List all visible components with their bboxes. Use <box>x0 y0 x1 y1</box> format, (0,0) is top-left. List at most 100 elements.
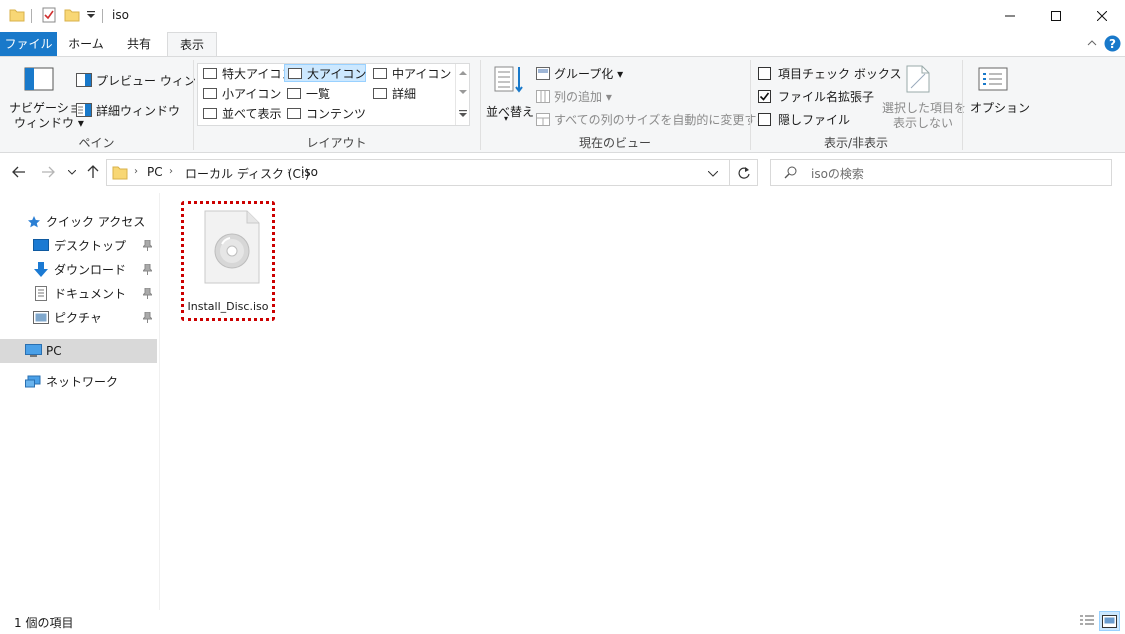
navigation-pane-button[interactable]: ナビゲーション ウィンドウ ▾ <box>8 61 93 130</box>
preview-pane-icon <box>76 73 92 87</box>
maximize-button[interactable] <box>1033 0 1079 31</box>
layout-small-icons[interactable]: 小アイコン <box>200 85 281 103</box>
pictures-icon <box>33 311 49 324</box>
details-pane-icon <box>76 103 92 117</box>
content-icon <box>287 108 301 119</box>
breadcrumb-pc[interactable]: PC <box>147 165 163 179</box>
scroll-up-icon[interactable] <box>459 70 467 75</box>
hidden-items-checkbox[interactable] <box>758 113 771 126</box>
back-arrow-icon[interactable] <box>12 166 26 178</box>
title-separator <box>102 9 103 23</box>
breadcrumb-iso[interactable]: iso <box>301 165 318 179</box>
help-icon[interactable]: ? <box>1104 35 1121 52</box>
window-title: iso <box>112 8 129 22</box>
add-columns-icon <box>536 90 550 103</box>
address-dropdown-chevron-icon[interactable] <box>708 171 718 177</box>
dropdown-arrow-icon: ▾ <box>504 114 509 123</box>
sort-by-label: 並べ替え <box>486 105 535 119</box>
details-pane-button[interactable]: 詳細ウィンドウ <box>76 101 186 119</box>
tab-file[interactable]: ファイル <box>0 32 57 56</box>
item-checkboxes-checkbox[interactable] <box>758 67 771 80</box>
checkmark-icon <box>759 92 770 101</box>
layout-tiles[interactable]: 並べて表示 <box>200 105 282 123</box>
hide-selected-label2: 表示しない <box>893 116 954 130</box>
large-icons-view-icon[interactable] <box>1099 611 1120 631</box>
hide-selected-button: 選択した項目を 表示しない <box>880 63 966 130</box>
layout-extra-large-icons[interactable]: 特大アイコン <box>200 65 293 83</box>
up-arrow-icon[interactable] <box>87 165 99 179</box>
close-button[interactable] <box>1079 0 1125 31</box>
list-icon <box>287 88 301 99</box>
layout-list[interactable]: 一覧 <box>284 85 330 103</box>
nav-pc[interactable]: PC <box>0 339 157 363</box>
layout-large-icons[interactable]: 大アイコン <box>284 64 366 82</box>
tab-home[interactable]: ホーム <box>62 32 110 56</box>
scroll-down-icon[interactable] <box>459 90 467 95</box>
file-list: Install_Disc.iso <box>161 193 1125 610</box>
group-label-layout: レイアウト <box>306 136 367 150</box>
network-icon <box>25 375 42 389</box>
svg-text:?: ? <box>1109 37 1116 51</box>
options-button[interactable]: オプション <box>966 61 1030 129</box>
status-bar: 1 個の項目 <box>0 610 1125 634</box>
tiles-icon <box>203 108 217 119</box>
ribbon-tabs: ファイル ホーム 共有 表示 ? <box>0 31 1125 57</box>
file-extensions-checkbox[interactable] <box>758 90 771 103</box>
search-box[interactable]: isoの検索 <box>770 159 1112 186</box>
breadcrumb-chevron-icon[interactable]: › <box>287 166 291 177</box>
medium-icons-icon <box>373 68 387 79</box>
ribbon-separator <box>962 60 963 150</box>
item-checkboxes-toggle[interactable]: 項目チェック ボックス <box>758 65 901 83</box>
nav-documents[interactable]: ドキュメント <box>0 282 157 306</box>
file-item[interactable]: Install_Disc.iso <box>181 201 275 321</box>
file-extensions-label: ファイル名拡張子 <box>778 90 875 104</box>
search-icon <box>784 166 797 179</box>
hidden-items-label: 隠しファイル <box>778 113 851 127</box>
nav-label: ピクチャ <box>54 311 102 325</box>
nav-pictures[interactable]: ピクチャ <box>0 306 157 330</box>
nav-network[interactable]: ネットワーク <box>0 370 157 394</box>
autofit-columns-icon <box>536 113 550 126</box>
nav-downloads[interactable]: ダウンロード <box>0 258 157 282</box>
tab-view[interactable]: 表示 <box>167 32 217 57</box>
sort-by-button[interactable]: 並べ替え ▾ <box>484 61 534 129</box>
navigation-pane-label2: ウィンドウ ▾ <box>14 116 84 130</box>
file-extensions-toggle[interactable]: ファイル名拡張子 <box>758 88 878 106</box>
breadcrumb-chevron-icon[interactable]: › <box>169 166 173 177</box>
recent-locations-chevron-icon[interactable] <box>68 170 76 175</box>
layout-content[interactable]: コンテンツ <box>284 105 366 123</box>
nav-label: ダウンロード <box>54 263 127 277</box>
title-bar: iso <box>0 0 1125 31</box>
nav-label: ドキュメント <box>54 287 127 301</box>
folder-icon <box>112 165 128 180</box>
details-view-icon[interactable] <box>1079 614 1095 628</box>
nav-desktop[interactable]: デスクトップ <box>0 234 157 258</box>
layout-label: 小アイコン <box>222 87 282 101</box>
add-columns-label: 列の追加 ▾ <box>554 90 612 104</box>
item-count: 1 個の項目 <box>14 616 74 630</box>
nav-quick-access[interactable]: クイック アクセス <box>0 210 157 234</box>
sort-icon <box>494 65 524 95</box>
breadcrumb-chevron-icon[interactable]: › <box>134 166 138 177</box>
navigation-bar: › PC › ローカル ディスク (C:) › iso isoの検索 <box>0 153 1125 193</box>
preview-pane-button[interactable]: プレビュー ウィンドウ <box>76 71 220 89</box>
tab-share[interactable]: 共有 <box>116 32 162 56</box>
new-folder-icon[interactable] <box>64 7 80 23</box>
navigation-pane: クイック アクセス デスクトップ ダウンロード ドキュメント ピクチャ PC ネ… <box>0 193 160 610</box>
minimize-button[interactable] <box>987 0 1033 31</box>
forward-arrow-icon[interactable] <box>41 166 55 178</box>
refresh-icon <box>738 166 750 179</box>
layout-gallery-scroll[interactable] <box>455 64 470 125</box>
gallery-more-icon[interactable] <box>459 110 467 118</box>
refresh-button[interactable] <box>729 159 758 186</box>
properties-icon[interactable] <box>41 7 57 23</box>
hidden-items-toggle[interactable]: 隠しファイル <box>758 111 878 129</box>
layout-label: 大アイコン <box>307 67 367 81</box>
desktop-icon <box>33 239 49 252</box>
layout-details[interactable]: 詳細 <box>370 85 416 103</box>
address-bar[interactable]: › PC › ローカル ディスク (C:) › iso <box>106 159 730 186</box>
qat-customize-icon[interactable] <box>86 10 96 20</box>
collapse-ribbon-icon[interactable] <box>1087 39 1097 47</box>
layout-medium-icons[interactable]: 中アイコン <box>370 65 451 83</box>
extra-large-icons-icon <box>203 68 217 79</box>
